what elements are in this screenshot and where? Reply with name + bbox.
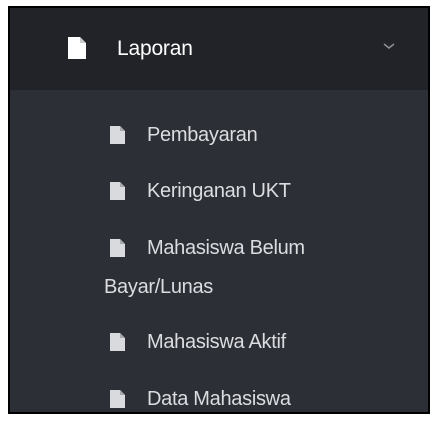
- submenu-item-label: Mahasiswa Belum: [147, 237, 305, 259]
- file-icon: [68, 37, 86, 59]
- submenu-item-keringanan-ukt[interactable]: Keringanan UKT: [10, 174, 428, 208]
- submenu-item-label: Keringanan UKT: [147, 180, 291, 202]
- submenu-item-pembayaran[interactable]: Pembayaran: [10, 118, 428, 152]
- submenu-item-data-mahasiswa[interactable]: Data Mahasiswa: [10, 382, 428, 412]
- submenu-item-label: Pembayaran: [147, 124, 258, 146]
- file-icon: [110, 239, 125, 257]
- submenu-item-mahasiswa-aktif[interactable]: Mahasiswa Aktif: [10, 325, 428, 359]
- menu-laporan-toggle[interactable]: Laporan: [10, 8, 428, 90]
- file-icon: [110, 333, 125, 351]
- chevron-down-icon[interactable]: [382, 41, 396, 51]
- file-icon: [110, 182, 125, 200]
- sidebar-menu: Laporan Pembayaran Keringanan UKT Mahasi…: [8, 6, 430, 414]
- submenu-item-mahasiswa-belum-bayar[interactable]: Mahasiswa Belum Bayar/Lunas: [10, 231, 428, 307]
- menu-laporan-label: Laporan: [117, 37, 193, 60]
- submenu-item-label-continued: Bayar/Lunas: [104, 276, 213, 298]
- submenu-item-label: Mahasiswa Aktif: [147, 331, 286, 353]
- submenu-item-label: Data Mahasiswa: [147, 388, 291, 410]
- file-icon: [110, 126, 125, 144]
- file-icon: [110, 390, 125, 408]
